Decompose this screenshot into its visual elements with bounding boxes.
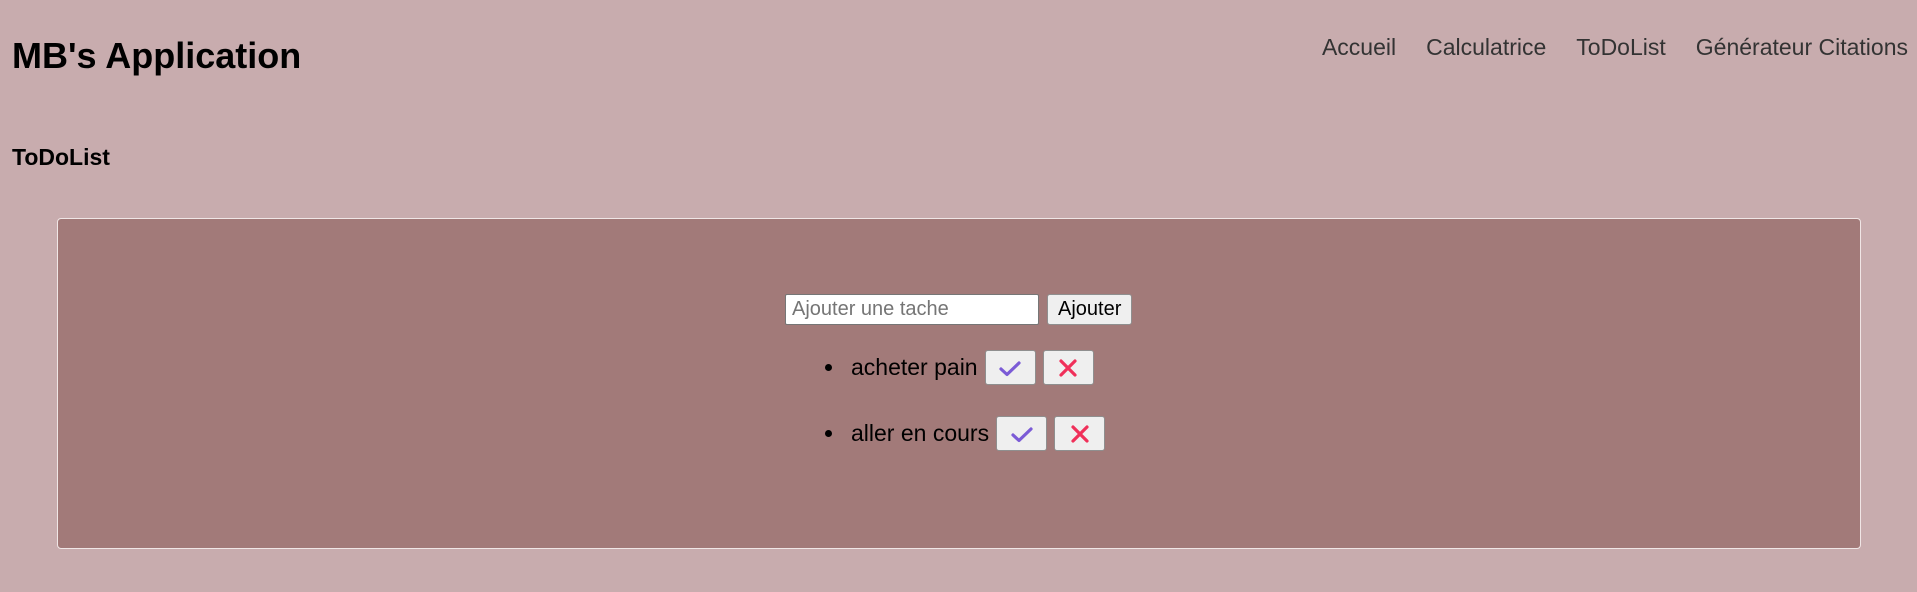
delete-task-button[interactable] [1042,350,1094,385]
nav-generateur-citations[interactable]: Générateur Citations [1696,36,1908,59]
close-icon [1059,358,1077,377]
task-item: aller en cours [825,416,1112,451]
complete-task-button[interactable] [984,350,1036,385]
nav-calculatrice[interactable]: Calculatrice [1426,36,1546,59]
check-icon [1010,426,1033,442]
delete-task-button[interactable] [1054,416,1106,451]
brand-title: MB's Application [12,35,302,76]
task-item: acheter pain [825,350,1112,385]
bullet [825,430,832,437]
task-list: acheter pain aller en cours [825,350,1112,482]
task-input[interactable] [785,294,1039,325]
nav-todolist[interactable]: ToDoList [1576,36,1665,59]
task-text: acheter pain [851,354,978,380]
main-nav: Accueil Calculatrice ToDoList Générateur… [1322,36,1908,59]
task-text: aller en cours [851,420,990,446]
page-title: ToDoList [12,144,110,170]
app-header: MB's Application Accueil Calculatrice To… [0,0,1917,110]
add-task-button[interactable]: Ajouter [1047,294,1133,325]
todo-panel: Ajouter acheter pain aller en cours [57,218,1861,549]
add-task-row: Ajouter [785,294,1133,325]
check-icon [999,360,1021,376]
nav-accueil[interactable]: Accueil [1322,36,1396,59]
bullet [825,364,832,371]
close-icon [1070,424,1089,443]
complete-task-button[interactable] [996,416,1048,451]
